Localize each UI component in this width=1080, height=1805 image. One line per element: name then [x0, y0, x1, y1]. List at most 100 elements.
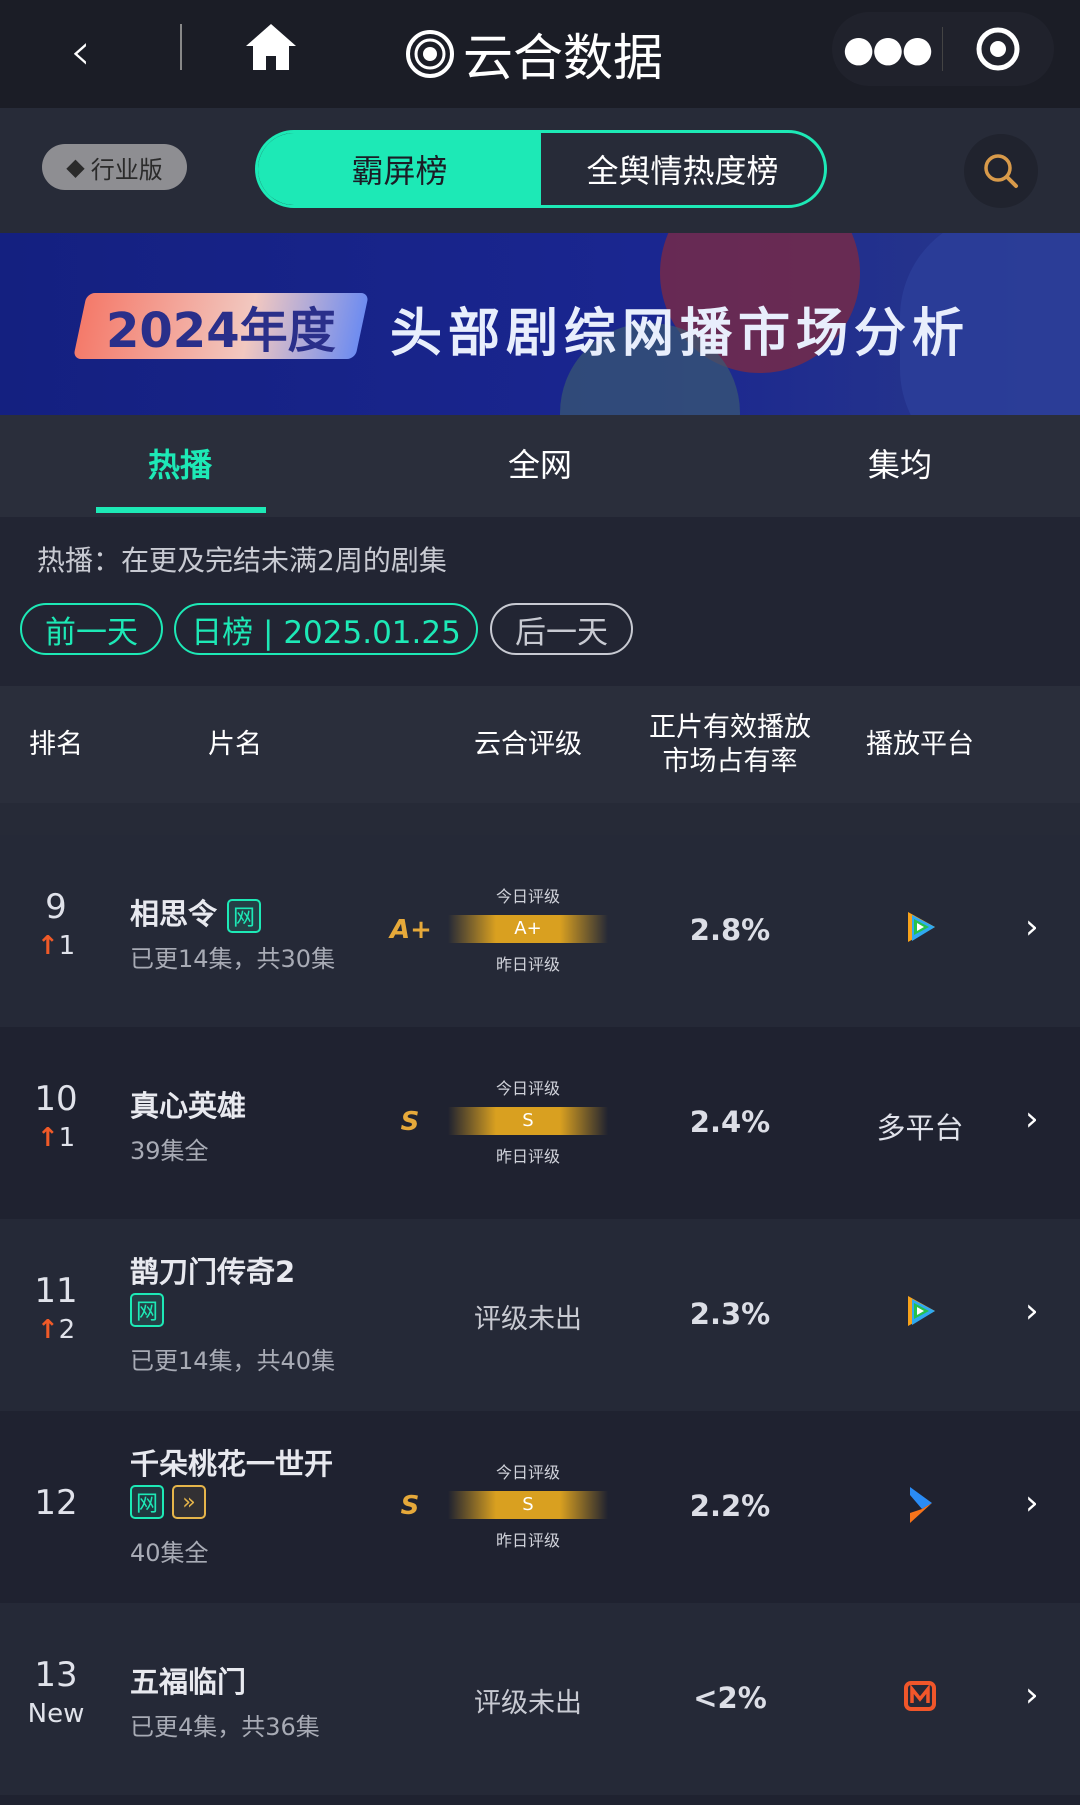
market-share: 2.4%	[689, 1105, 771, 1139]
platform-text: 多平台	[876, 1111, 964, 1145]
toolbar: ◆ 行业版 霸屏榜 全舆情热度榜	[0, 108, 1080, 233]
tab-all-network[interactable]: 全网	[360, 415, 720, 517]
table-header: 排名 片名 云合评级 正片有效播放 市场占有率 播放平台	[0, 686, 1080, 803]
segment-sentiment-ranking[interactable]: 全舆情热度榜	[541, 133, 824, 205]
drama-title: 真心英雄	[130, 1089, 247, 1123]
ranking-list: 9 ↑1 相思令网已更14集，共30集 A+ 今日评级 A+ 昨日评级 2.8% › 10 ↑1 真心…	[0, 835, 1080, 1795]
yesterday-rating-label: 昨日评级	[495, 1531, 560, 1550]
header-share: 正片有效播放 市场占有率	[649, 711, 811, 777]
web-drama-badge: 网	[130, 1293, 164, 1327]
table-row[interactable]: 9 ↑1 相思令网已更14集，共30集 A+ 今日评级 A+ 昨日评级 2.8% ›	[0, 835, 1080, 1027]
rank-number: 11	[34, 1271, 78, 1311]
header-rating: 云合评级	[474, 728, 582, 760]
chevron-right-icon[interactable]: ›	[1025, 1483, 1039, 1523]
badge-group: 网»	[130, 1483, 214, 1519]
chevron-right-icon[interactable]: ›	[1025, 907, 1039, 947]
drama-title: 鹊刀门传奇2	[130, 1255, 296, 1289]
web-drama-badge: 网	[227, 899, 262, 933]
back-icon[interactable]: ‹	[70, 22, 91, 82]
table-row[interactable]: 11 ↑2 鹊刀门传奇2 网已更14集，共40集 评级未出 2.3% ›	[0, 1219, 1080, 1411]
table-row[interactable]: 13 New 五福临门已更4集，共36集 评级未出 <2% ›	[0, 1603, 1080, 1795]
rating-pending: 评级未出	[474, 1304, 582, 1335]
today-rating-label: 今日评级	[495, 1463, 560, 1482]
market-share: 2.3%	[689, 1297, 771, 1331]
active-tab-indicator	[96, 507, 266, 513]
rating-letter: S	[400, 1491, 420, 1521]
search-button[interactable]	[964, 134, 1038, 208]
filter-area: 热播：在更及完结未满2周的剧集 前一天 日榜 | 2025.01.25 后一天	[0, 517, 1080, 686]
chevron-right-icon[interactable]: ›	[1025, 1291, 1039, 1331]
rank-number: 12	[34, 1483, 78, 1523]
today-rating-label: 今日评级	[495, 1079, 560, 1098]
close-target-icon[interactable]	[943, 26, 1053, 72]
rank-number: 10	[34, 1079, 78, 1119]
search-icon	[984, 154, 1018, 188]
tencent-video-icon	[860, 1293, 980, 1336]
web-drama-badge: 网	[130, 1485, 164, 1519]
header-platform: 播放平台	[866, 728, 974, 760]
home-icon[interactable]	[244, 22, 298, 76]
app-title: 云合数据	[405, 18, 663, 90]
app-title-text: 云合数据	[463, 29, 663, 87]
drama-title: 相思令网	[130, 891, 269, 933]
promo-banner[interactable]: 2024年度 头部剧综网播市场分析	[0, 233, 1080, 415]
tab-bar: 热播 全网 集均	[0, 415, 1080, 517]
more-icon[interactable]: ●●●	[832, 29, 942, 70]
mini-program-capsule: ●●●	[832, 12, 1054, 86]
drama-title: 五福临门	[130, 1665, 247, 1699]
rank-number: 13	[34, 1655, 78, 1695]
diamond-icon: ◆	[66, 153, 85, 181]
next-day-button[interactable]: 后一天	[490, 603, 633, 655]
segment-screen-ranking[interactable]: 霸屏榜	[258, 133, 541, 205]
rank-change: ↑1	[36, 931, 76, 961]
nav-bar: ‹ 云合数据 ●●●	[0, 0, 1080, 108]
divider	[180, 24, 182, 70]
exclusive-badge: »	[172, 1485, 206, 1519]
yesterday-rating-label: 昨日评级	[495, 955, 560, 974]
arrow-up-icon: ↑	[36, 931, 59, 961]
rating-letter: S	[400, 1107, 420, 1137]
market-share: <2%	[693, 1681, 767, 1715]
rating-bar: S	[448, 1491, 608, 1519]
chevron-right-icon[interactable]: ›	[1025, 1099, 1039, 1139]
table-row[interactable]: 12 千朵桃花一世开网» 40集全 S 今日评级 S 昨日评级 2.2% ›	[0, 1411, 1080, 1603]
prev-day-button[interactable]: 前一天	[20, 603, 163, 655]
yesterday-rating-label: 昨日评级	[495, 1147, 560, 1166]
banner-title: 头部剧综网播市场分析	[390, 304, 971, 364]
rating-pending: 评级未出	[474, 1688, 582, 1719]
edition-badge[interactable]: ◆ 行业版	[42, 144, 187, 190]
episode-info: 已更14集，共40集	[130, 1347, 336, 1375]
rank-change: ↑1	[36, 1123, 76, 1153]
arrow-up-icon: ↑	[36, 1123, 59, 1153]
market-share: 2.2%	[689, 1489, 771, 1523]
mango-tv-icon	[860, 1677, 980, 1720]
rank-number: 9	[45, 887, 67, 927]
rank-change: ↑2	[36, 1315, 76, 1345]
tab-per-episode[interactable]: 集均	[720, 415, 1080, 517]
episode-info: 39集全	[130, 1137, 209, 1165]
header-rank: 排名	[29, 728, 83, 760]
rating-letter: A+	[390, 915, 432, 945]
arrow-up-icon: ↑	[36, 1315, 59, 1345]
episode-info: 已更4集，共36集	[130, 1713, 320, 1741]
drama-title: 千朵桃花一世开	[130, 1447, 334, 1481]
badge-group: 网	[130, 1291, 172, 1327]
youku-icon	[860, 1485, 980, 1532]
tencent-video-icon	[860, 909, 980, 952]
rating-bar: S	[448, 1107, 608, 1135]
episode-info: 40集全	[130, 1539, 209, 1567]
episode-info: 已更14集，共30集	[130, 945, 336, 973]
header-title: 片名	[208, 728, 262, 760]
rating-bar: A+	[448, 915, 608, 943]
tab-hot[interactable]: 热播	[0, 415, 360, 517]
rank-change: New	[27, 1699, 85, 1729]
logo-icon	[406, 30, 454, 78]
table-row[interactable]: 10 ↑1 真心英雄 39集全 S 今日评级 S 昨日评级 2.4% 多平台 ›	[0, 1027, 1080, 1219]
description: 热播：在更及完结未满2周的剧集	[37, 544, 447, 577]
ranking-switch: 霸屏榜 全舆情热度榜	[255, 130, 827, 208]
today-rating-label: 今日评级	[495, 887, 560, 906]
date-selector[interactable]: 日榜 | 2025.01.25	[174, 603, 478, 655]
market-share: 2.8%	[689, 913, 771, 947]
chevron-right-icon[interactable]: ›	[1025, 1675, 1039, 1715]
banner-year: 2024年度	[72, 293, 369, 359]
